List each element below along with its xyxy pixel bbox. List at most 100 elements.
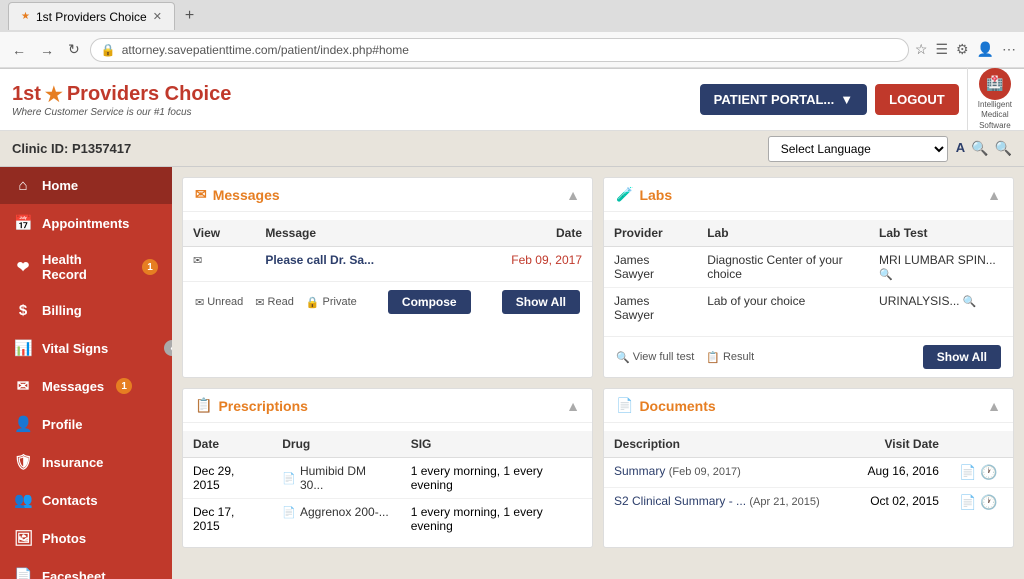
messages-card-body: View Message Date ✉ Please call Dr. Sa..… <box>183 212 592 281</box>
table-row: ✉ Please call Dr. Sa... Feb 09, 2017 <box>183 247 592 274</box>
more-icon[interactable]: ⋯ <box>1002 41 1016 58</box>
patient-portal-btn[interactable]: PATIENT PORTAL... ▼ <box>700 84 867 115</box>
labs-col-lab: Lab <box>697 220 869 247</box>
messages-card: ✉ Messages ▲ View Message Date <box>182 177 593 378</box>
read-label: Read <box>268 296 294 308</box>
unread-filter[interactable]: ✉ Unread <box>195 296 243 309</box>
sidebar-item-messages[interactable]: ✉ Messages 1 <box>0 367 172 405</box>
tab-title: 1st Providers Choice <box>36 10 147 24</box>
photos-icon: 🖼 <box>14 529 32 547</box>
rx-date-1: Dec 29, 2015 <box>183 458 272 499</box>
documents-card-title: 📄 Documents <box>616 397 716 414</box>
view-full-test-link[interactable]: 🔍 View full test <box>616 351 694 364</box>
ims-text: IntelligentMedicalSoftware <box>978 100 1012 131</box>
sidebar-item-profile[interactable]: 👤 Profile <box>0 405 172 443</box>
lab-search-icon-1[interactable]: 🔍 <box>879 269 893 281</box>
sidebar-item-appointments[interactable]: 📅 Appointments <box>0 204 172 242</box>
sidebar-item-facesheet[interactable]: 📄 Facesheet <box>0 557 172 579</box>
sidebar-item-billing[interactable]: $ Billing <box>0 292 172 329</box>
tab-favicon: ★ <box>21 11 30 22</box>
doc-clock-icon-2[interactable]: 🕐 <box>980 494 997 511</box>
labs-show-all-btn[interactable]: Show All <box>923 345 1001 369</box>
search-icon-1[interactable]: 🔍 <box>971 140 988 157</box>
back-btn[interactable]: ← <box>8 38 30 62</box>
header-right: PATIENT PORTAL... ▼ LOGOUT 🏥 Intelligent… <box>700 68 1012 131</box>
messages-col-view: View <box>183 220 255 247</box>
new-tab-btn[interactable]: + <box>179 7 200 25</box>
labs-card-title: 🧪 Labs <box>616 186 672 203</box>
doc-clock-icon-1[interactable]: 🕐 <box>980 464 997 481</box>
private-filter[interactable]: 🔒 Private <box>306 296 357 309</box>
logout-btn[interactable]: LOGOUT <box>875 84 959 115</box>
unread-icon: ✉ <box>195 296 204 309</box>
browser-toolbar-icons: ☆ ☰ ⚙ 👤 ⋯ <box>915 41 1016 58</box>
prescriptions-table: Date Drug SIG Dec 29, 2015 📄Humibid DM 3… <box>183 431 592 539</box>
documents-collapse-btn[interactable]: ▲ <box>987 398 1001 414</box>
compose-btn[interactable]: Compose <box>388 290 471 314</box>
vital-signs-icon: 📊 <box>14 339 32 357</box>
documents-table: Description Visit Date Summary (Feb 09, … <box>604 431 1013 517</box>
messages-card-title: ✉ Messages <box>195 186 280 203</box>
sidebar-label-health-record: Health Record <box>42 252 130 282</box>
msg-date-cell: Feb 09, 2017 <box>453 247 592 274</box>
messages-title-text: Messages <box>213 187 280 203</box>
documents-title-text: Documents <box>639 398 715 414</box>
menu-icon[interactable]: ☰ <box>935 41 948 58</box>
lab-test-1: MRI LUMBAR SPIN... 🔍 <box>869 247 1013 288</box>
logo-star-icon: ★ <box>45 82 63 107</box>
sidebar-item-insurance[interactable]: 🛡 Insurance <box>0 443 172 481</box>
labs-title-text: Labs <box>639 187 672 203</box>
lab-search-icon-2[interactable]: 🔍 <box>963 296 977 308</box>
sidebar-item-home[interactable]: ⌂ Home <box>0 167 172 204</box>
messages-collapse-btn[interactable]: ▲ <box>566 187 580 203</box>
labs-card-footer: 🔍 View full test 📋 Result Show All <box>604 336 1013 377</box>
lab-name-2: Lab of your choice <box>697 288 869 329</box>
bookmark-icon[interactable]: ☆ <box>915 41 928 58</box>
prescriptions-title-text: Prescriptions <box>218 398 307 414</box>
messages-badge: 1 <box>116 378 132 394</box>
font-size-icon[interactable]: A <box>956 140 965 157</box>
search-icon-2[interactable]: 🔍 <box>995 140 1012 157</box>
sidebar-item-health-record[interactable]: ❤ Health Record 1 <box>0 242 172 292</box>
sidebar-label-contacts: Contacts <box>42 493 98 508</box>
address-bar[interactable]: 🔒 attorney.savepatienttime.com/patient/i… <box>90 38 909 62</box>
forward-btn[interactable]: → <box>36 38 58 62</box>
messages-col-message: Message <box>255 220 453 247</box>
sidebar-item-contacts[interactable]: 👥 Contacts <box>0 481 172 519</box>
doc-visit-date-1: Aug 16, 2016 <box>850 458 949 488</box>
sidebar-label-insurance: Insurance <box>42 455 103 470</box>
health-record-badge: 1 <box>142 259 158 275</box>
tab-bar: ★ 1st Providers Choice ✕ + <box>0 0 1024 32</box>
labs-title-icon: 🧪 <box>616 186 633 203</box>
result-link[interactable]: 📋 Result <box>706 351 754 364</box>
msg-link[interactable]: Please call Dr. Sa... <box>265 253 374 267</box>
lock-icon: 🔒 <box>101 43 116 57</box>
sidebar-item-photos[interactable]: 🖼 Photos <box>0 519 172 557</box>
doc-view-icon-2[interactable]: 📄 <box>959 494 976 511</box>
extensions-icon[interactable]: ⚙ <box>956 41 969 58</box>
messages-card-header: ✉ Messages ▲ <box>183 178 592 212</box>
sidebar-collapse-btn[interactable]: ‹ <box>164 340 172 356</box>
rx-drug-2: 📄Aggrenox 200-... <box>272 499 400 540</box>
messages-table: View Message Date ✉ Please call Dr. Sa..… <box>183 220 592 273</box>
labs-collapse-btn[interactable]: ▲ <box>987 187 1001 203</box>
messages-card-footer: ✉ Unread ✉ Read 🔒 Private Compose Show A… <box>183 281 592 322</box>
doc-desc-1: Summary (Feb 09, 2017) <box>604 458 850 488</box>
doc-view-icon-1[interactable]: 📄 <box>959 464 976 481</box>
sidebar-label-photos: Photos <box>42 531 86 546</box>
messages-show-all-btn[interactable]: Show All <box>502 290 580 314</box>
profile-icon[interactable]: 👤 <box>977 41 994 58</box>
sidebar-item-vital-signs[interactable]: 📊 Vital Signs ‹ <box>0 329 172 367</box>
lab-provider-2: James Sawyer <box>604 288 697 329</box>
refresh-btn[interactable]: ↻ <box>64 37 84 62</box>
messages-icon: ✉ <box>14 377 32 395</box>
active-tab[interactable]: ★ 1st Providers Choice ✕ <box>8 2 175 30</box>
private-label: Private <box>323 296 357 308</box>
language-select[interactable]: Select Language <box>768 136 948 162</box>
prescriptions-collapse-btn[interactable]: ▲ <box>566 398 580 414</box>
health-record-icon: ❤ <box>14 258 32 276</box>
logo-prefix: 1st <box>12 83 41 106</box>
read-filter[interactable]: ✉ Read <box>255 296 294 309</box>
tab-close-btn[interactable]: ✕ <box>153 10 162 23</box>
doc-visit-date-2: Oct 02, 2015 <box>850 488 949 518</box>
